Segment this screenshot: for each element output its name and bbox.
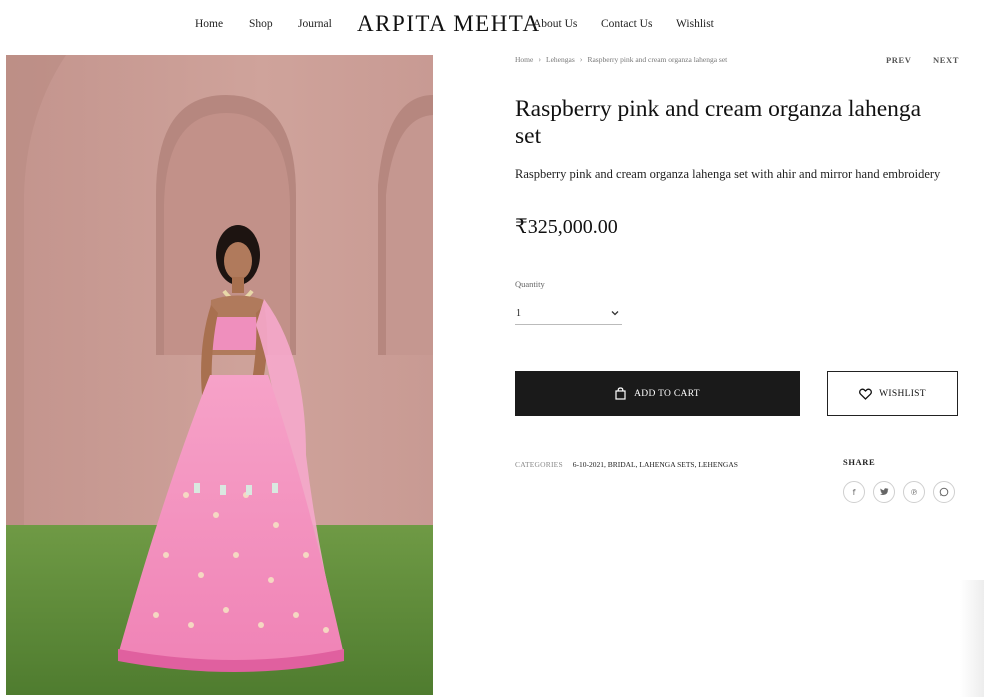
quantity-value: 1 [516,308,521,319]
chevron-down-icon [611,311,619,316]
add-to-cart-button[interactable]: ADD TO CART [515,371,800,416]
shopping-bag-icon [615,387,626,400]
product-categories: CATEGORIES 6-10-2021, BRIDAL, LAHENGA SE… [515,460,738,469]
wishlist-label: WISHLIST [879,388,926,399]
heart-icon [859,388,873,400]
wishlist-button[interactable]: WISHLIST [827,371,958,416]
next-product-link[interactable]: NEXT [933,55,959,65]
whatsapp-icon[interactable] [933,481,955,503]
breadcrumb-home-link[interactable]: Home [515,55,533,64]
edge-shadow [960,580,984,697]
prev-product-link[interactable]: PREV [886,55,912,65]
main-nav: Home Shop Journal ARPITA MEHTA About Us … [0,0,984,52]
product-description: Raspberry pink and cream organza lahenga… [515,167,941,181]
facebook-icon[interactable]: f [843,481,865,503]
nav-home-link[interactable]: Home [195,18,223,30]
chevron-right-icon: › [538,55,542,64]
categories-links[interactable]: 6-10-2021, BRIDAL, LAHENGA SETS, LEHENGA… [573,460,738,469]
quantity-label: Quantity [515,279,545,289]
share-icons: f ℗ [843,481,955,503]
nav-wishlist-link[interactable]: Wishlist [676,18,714,30]
categories-label: CATEGORIES [515,460,563,469]
quantity-select[interactable]: 1 [515,305,622,325]
chevron-right-icon: › [579,55,583,64]
nav-about-link[interactable]: About Us [533,18,577,30]
breadcrumb-category-link[interactable]: Lehengas [546,55,575,64]
share-title: SHARE [843,457,876,467]
breadcrumb: Home › Lehengas › Raspberry pink and cre… [515,55,727,64]
nav-shop-link[interactable]: Shop [249,18,273,30]
pinterest-icon[interactable]: ℗ [903,481,925,503]
product-photo-illustration [6,55,433,695]
twitter-icon[interactable] [873,481,895,503]
product-title: Raspberry pink and cream organza lahenga… [515,96,922,149]
product-price: ₹325,000.00 [515,216,618,238]
nav-contact-link[interactable]: Contact Us [601,18,652,30]
product-image[interactable] [6,55,433,695]
breadcrumb-current: Raspberry pink and cream organza lahenga… [587,55,728,64]
brand-logo[interactable]: ARPITA MEHTA [357,11,539,37]
nav-journal-link[interactable]: Journal [298,18,332,30]
add-to-cart-label: ADD TO CART [634,388,700,399]
